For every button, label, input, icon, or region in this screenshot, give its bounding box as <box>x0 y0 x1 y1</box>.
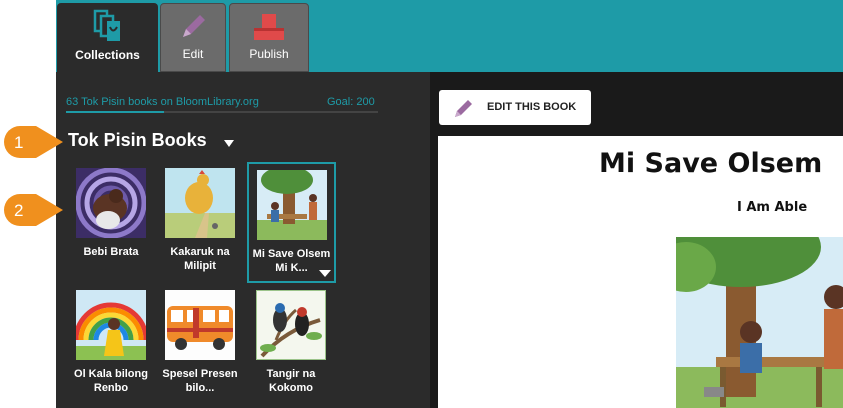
book-item[interactable]: Kakaruk na Milipit <box>158 168 242 273</box>
tab-edit-label: Edit <box>182 47 204 61</box>
book-label: Bebi Brata <box>83 246 139 258</box>
book-label: Tangir na Kokomo <box>266 368 316 394</box>
book-item[interactable]: Ol Kala bilong Renbo <box>69 290 153 395</box>
callout-number: 2 <box>14 201 24 220</box>
book-thumbnail <box>165 168 235 238</box>
progress-bar <box>66 111 378 113</box>
book-label: Spesel Presen bilo... <box>162 368 238 394</box>
pencil-icon <box>452 96 476 125</box>
tab-collections[interactable]: Collections <box>57 3 158 72</box>
book-item[interactable]: Spesel Presen bilo... <box>158 290 242 395</box>
book-item[interactable]: Bebi Brata <box>69 168 153 259</box>
tab-publish[interactable]: Publish <box>229 3 309 72</box>
edit-this-book-label: EDIT THIS BOOK <box>487 101 577 113</box>
book-thumbnail <box>256 290 326 360</box>
collection-title[interactable]: Tok Pisin Books <box>68 130 207 151</box>
book-thumbnail <box>76 290 146 360</box>
library-progress-link[interactable]: 63 Tok Pisin books on BloomLibrary.org <box>66 96 259 108</box>
publish-icon <box>251 10 287 47</box>
preview-book-title: Mi Save Olsem <box>599 148 823 179</box>
book-thumbnail <box>76 168 146 238</box>
preview-book-subtitle: I Am Able <box>737 200 808 215</box>
callout-marker-1: 1 <box>3 125 63 159</box>
book-item-selected[interactable]: Mi Save Olsem Mi K... <box>247 162 336 283</box>
book-label: Ol Kala bilong Renbo <box>74 368 148 394</box>
collections-icon <box>93 9 123 46</box>
collection-menu-caret-icon[interactable] <box>224 140 234 147</box>
book-item[interactable]: Tangir na Kokomo <box>249 290 333 395</box>
tab-collections-label: Collections <box>75 48 140 62</box>
callout-number: 1 <box>14 133 24 152</box>
book-menu-caret-icon[interactable] <box>319 270 331 277</box>
book-thumbnail <box>256 170 327 240</box>
tab-publish-label: Publish <box>249 47 289 61</box>
tab-edit[interactable]: Edit <box>160 3 226 72</box>
book-label: Kakaruk na Milipit <box>170 246 230 272</box>
goal-label: Goal: 200 <box>327 96 375 108</box>
callout-marker-2: 2 <box>3 193 63 227</box>
book-thumbnail <box>165 290 235 360</box>
preview-cover-image <box>676 237 843 408</box>
progress-bar-fill <box>66 111 165 113</box>
edit-this-book-button[interactable]: EDIT THIS BOOK <box>439 90 591 125</box>
pencil-icon <box>178 10 208 47</box>
